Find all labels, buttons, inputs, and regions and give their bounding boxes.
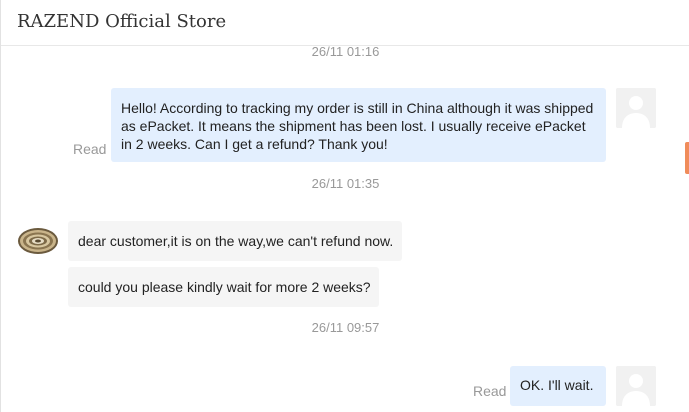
scrollbar-thumb[interactable] [685,142,689,174]
outgoing-message-bubble: OK. I'll wait. [510,366,606,406]
incoming-message-bubble: could you please kindly wait for more 2 … [68,267,379,307]
message-timestamp: 26/11 09:57 [311,320,380,335]
store-title: RAZEND Official Store [17,11,227,32]
led-strip-reel-icon[interactable] [17,225,59,257]
read-receipt: Read [73,141,107,157]
timestamp-text: 26/11 01:16 [311,45,380,59]
outgoing-message-bubble: Hello! According to tracking my order is… [111,88,606,162]
message-timestamp: 26/11 01:35 [311,176,380,191]
incoming-message-bubble: dear customer,it is on the way,we can't … [68,221,402,261]
user-avatar-icon[interactable] [616,88,656,128]
read-receipt: Read [473,383,507,399]
chat-header: RAZEND Official Store [1,0,689,46]
message-timestamp: 26/11 01:16 [1,45,689,59]
user-avatar-icon[interactable] [616,366,656,406]
chat-window: RAZEND Official Store 26/11 01:16 Read H… [0,0,689,412]
